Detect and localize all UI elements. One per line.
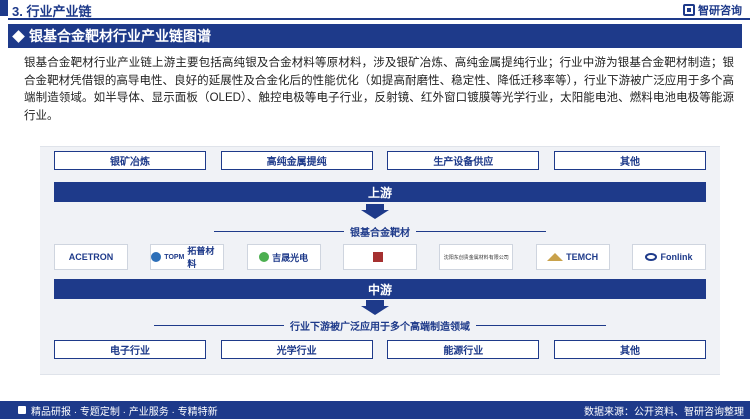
page-title-bar: 银基合金靶材行业产业链图谱 [8,24,742,48]
downstream-title: 行业下游被广泛应用于多个高端制造领域 [290,322,470,333]
downstream-item: 电子行业 [54,340,206,359]
company-name: Fonlink [660,252,693,262]
footer-left: 精品研报 · 专题定制 · 产业服务 · 专精特新 [18,403,218,418]
mountain-logo-icon [547,253,564,261]
circle-logo-icon [259,252,270,262]
company-logo-red [342,244,417,270]
seal-logo-icon [373,252,384,262]
divider-line [154,325,284,326]
data-source: 数据来源：公开资料、智研咨询整理 [584,406,744,418]
downstream-item: 能源行业 [387,340,540,359]
section-marker [0,0,8,16]
arrow-down-icon [361,210,389,219]
company-logo-temch: TEMCH [535,244,610,270]
upstream-item: 生产设备供应 [387,151,540,170]
footer-bar: 精品研报 · 专题定制 · 产业服务 · 专精特新 数据来源：公开资料、智研咨询… [0,401,750,419]
brand-icon [18,406,26,414]
circle-logo-icon [151,252,162,262]
divider-line [416,231,546,232]
company-name: 拓普材料 [187,246,215,269]
midstream-title: 银基合金靶材 [350,228,410,239]
midstream-title-row: 银基合金靶材 [54,224,706,239]
intro-paragraph: 银基合金靶材行业产业链上游主要包括高纯银及合金材料等原材料，涉及银矿冶炼、高纯金… [24,57,734,122]
brand-logo: 智研咨询 [683,2,742,18]
downstream-row: 电子行业 光学行业 能源行业 其他 [54,340,706,359]
divider-line [214,231,344,232]
company-name: ACETRON [68,252,114,262]
downstream-title-row: 行业下游被广泛应用于多个高端制造领域 [54,318,706,333]
brand-name: 智研咨询 [698,5,742,17]
midstream-band: 中游 [54,279,706,299]
divider-line [476,325,606,326]
upstream-item: 其他 [553,151,706,170]
company-name: TEMCH [566,252,599,262]
upstream-band: 上游 [54,182,706,202]
downstream-item: 其他 [553,340,706,359]
footer-slogan: 精品研报 · 专题定制 · 产业服务 · 专精特新 [31,406,218,418]
header-divider [8,18,750,20]
upstream-item: 高纯金属提纯 [220,151,373,170]
upstream-item: 银矿冶炼 [54,151,206,170]
company-row: ACETRON TOPM 拓普材料 吉晟光电 沈阳东创贵金属材料有限公司 TEM… [54,244,706,270]
page-title: 银基合金靶材行业产业链图谱 [29,28,211,44]
company-logo-fonlink: Fonlink [631,244,706,270]
brand-icon [683,4,695,16]
company-logo-jisheng: 吉晟光电 [246,244,321,270]
company-name: 吉晟光电 [272,252,309,263]
arrow-down-icon [361,306,389,315]
diamond-icon [12,29,25,43]
upstream-row: 银矿冶炼 高纯金属提纯 生产设备供应 其他 [54,151,706,170]
company-logo-topm: TOPM 拓普材料 [150,244,225,270]
downstream-item: 光学行业 [220,340,373,359]
company-name: TOPM [164,253,185,261]
company-name: 沈阳东创贵金属材料有限公司 [443,254,509,261]
company-logo-acetron: ACETRON [54,244,128,270]
swoosh-logo-icon [645,253,658,261]
company-logo-dongchuang: 沈阳东创贵金属材料有限公司 [439,244,514,270]
